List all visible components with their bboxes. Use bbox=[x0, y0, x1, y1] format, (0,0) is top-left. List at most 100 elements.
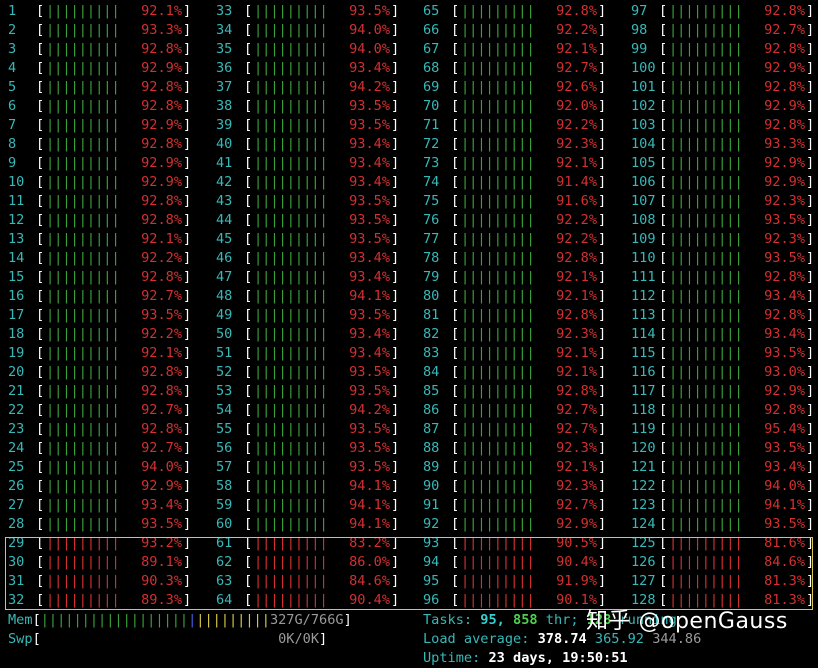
cpu-index: 72 bbox=[423, 136, 440, 152]
cpu-index: 52 bbox=[216, 364, 233, 380]
cpu-meter: 73[||||||||| 92.1%] bbox=[423, 155, 607, 171]
cpu-index: 104 bbox=[631, 136, 656, 152]
cpu-percent: 92.2% bbox=[556, 212, 597, 228]
cpu-meter: 40[||||||||| 93.4%] bbox=[216, 136, 400, 152]
cpu-meter: 22[||||||||| 92.7%] bbox=[8, 402, 192, 418]
cpu-usage-bar: ||||||||| bbox=[46, 231, 120, 247]
cpu-usage-bar: ||||||||| bbox=[254, 3, 328, 19]
cpu-meter: 5[||||||||| 92.8%] bbox=[8, 79, 192, 95]
cpu-usage-bar: ||||||||| bbox=[461, 174, 535, 190]
cpu-meter: 44[||||||||| 93.5%] bbox=[216, 212, 400, 228]
load-1min: 378.74 bbox=[537, 631, 587, 647]
cpu-percent: 93.5% bbox=[349, 421, 390, 437]
cpu-meter: 10[||||||||| 92.9%] bbox=[8, 174, 192, 190]
cpu-meter: 76[||||||||| 92.2%] bbox=[423, 212, 607, 228]
cpu-percent: 93.5% bbox=[349, 98, 390, 114]
cpu-row: 9[||||||||| 92.9%] 41[||||||||| 93.4%] 73[||… bbox=[8, 154, 818, 173]
cpu-row: 24[||||||||| 92.7%] 56[||||||||| 93.5%] 88[|… bbox=[8, 439, 818, 458]
cpu-meter: 65[||||||||| 92.8%] bbox=[423, 3, 607, 19]
cpu-meter: 60[||||||||| 94.1%] bbox=[216, 516, 400, 532]
cpu-row: 16[||||||||| 92.7%] 48[||||||||| 94.1%] 80[|… bbox=[8, 287, 818, 306]
cpu-usage-bar: ||||||||| bbox=[461, 364, 535, 380]
cpu-usage-bar: ||||||||| bbox=[46, 60, 120, 76]
cpu-percent: 92.7% bbox=[141, 440, 182, 456]
cpu-percent: 92.1% bbox=[556, 155, 597, 171]
cpu-usage-bar: ||||||||| bbox=[46, 440, 120, 456]
cpu-usage-bar: ||||||||| bbox=[254, 117, 328, 133]
cpu-meter: 13[||||||||| 92.1%] bbox=[8, 231, 192, 247]
cpu-usage-bar: ||||||||| bbox=[46, 269, 120, 285]
cpu-meter: 12[||||||||| 92.8%] bbox=[8, 212, 192, 228]
cpu-index: 100 bbox=[631, 60, 656, 76]
cpu-index: 118 bbox=[631, 402, 656, 418]
uptime-value: 23 days, 19:50:51 bbox=[488, 650, 628, 666]
cpu-row: 21[||||||||| 92.8%] 53[||||||||| 93.5%] 85[|… bbox=[8, 382, 818, 401]
cpu-index: 112 bbox=[631, 288, 656, 304]
cpu-meter: 57[||||||||| 93.5%] bbox=[216, 459, 400, 475]
cpu-meter: 3[||||||||| 92.8%] bbox=[8, 41, 192, 57]
swp-label: Swp bbox=[8, 631, 33, 647]
cpu-usage-bar: ||||||||| bbox=[46, 193, 120, 209]
cpu-usage-bar: ||||||||| bbox=[46, 497, 120, 513]
cpu-usage-bar: ||||||||| bbox=[254, 402, 328, 418]
cpu-usage-bar: ||||||||| bbox=[669, 117, 743, 133]
cpu-meter: 81[||||||||| 92.8%] bbox=[423, 307, 607, 323]
cpu-percent: 93.5% bbox=[764, 345, 805, 361]
cpu-percent: 92.9% bbox=[764, 155, 805, 171]
cpu-meter: 34[||||||||| 94.0%] bbox=[216, 22, 400, 38]
cpu-usage-bar: ||||||||| bbox=[254, 307, 328, 323]
cpu-index: 36 bbox=[216, 60, 233, 76]
cpu-usage-bar: ||||||||| bbox=[46, 326, 120, 342]
cpu-percent: 93.5% bbox=[764, 250, 805, 266]
cpu-meter: 23[||||||||| 92.8%] bbox=[8, 421, 192, 437]
cpu-usage-bar: ||||||||| bbox=[254, 174, 328, 190]
cpu-percent: 92.2% bbox=[141, 326, 182, 342]
cpu-percent: 93.5% bbox=[349, 212, 390, 228]
cpu-usage-bar: ||||||||| bbox=[461, 383, 535, 399]
cpu-usage-bar: ||||||||| bbox=[669, 288, 743, 304]
cpu-index: 76 bbox=[423, 212, 440, 228]
cpu-percent: 92.9% bbox=[764, 383, 805, 399]
cpu-index: 114 bbox=[631, 326, 656, 342]
cpu-meter: 122[||||||||| 94.0%] bbox=[631, 478, 815, 494]
cpu-usage-bar: ||||||||| bbox=[669, 269, 743, 285]
cpu-index: 46 bbox=[216, 250, 233, 266]
cpu-index: 48 bbox=[216, 288, 233, 304]
cpu-index: 97 bbox=[631, 3, 648, 19]
cpu-usage-bar: ||||||||| bbox=[461, 193, 535, 209]
cpu-percent: 92.9% bbox=[141, 60, 182, 76]
cpu-index: 23 bbox=[8, 421, 25, 437]
cpu-usage-bar: ||||||||| bbox=[46, 421, 120, 437]
cpu-percent: 94.0% bbox=[349, 22, 390, 38]
cpu-index: 98 bbox=[631, 22, 648, 38]
cpu-meter: 87[||||||||| 92.7%] bbox=[423, 421, 607, 437]
cpu-percent: 94.0% bbox=[141, 459, 182, 475]
cpu-index: 75 bbox=[423, 193, 440, 209]
cpu-percent: 93.3% bbox=[764, 136, 805, 152]
cpu-percent: 93.5% bbox=[349, 231, 390, 247]
cpu-percent: 93.5% bbox=[141, 516, 182, 532]
cpu-usage-bar: ||||||||| bbox=[669, 345, 743, 361]
cpu-meter: 45[||||||||| 93.5%] bbox=[216, 231, 400, 247]
cpu-meter: 51[||||||||| 93.4%] bbox=[216, 345, 400, 361]
cpu-meter: 50[||||||||| 93.4%] bbox=[216, 326, 400, 342]
cpu-meter: 75[||||||||| 91.6%] bbox=[423, 193, 607, 209]
cpu-percent: 93.5% bbox=[349, 440, 390, 456]
cpu-row: 25[||||||||| 94.0%] 57[||||||||| 93.5%] 89[|… bbox=[8, 458, 818, 477]
cpu-meter: 42[||||||||| 93.4%] bbox=[216, 174, 400, 190]
cpu-usage-bar: ||||||||| bbox=[669, 60, 743, 76]
cpu-usage-bar: ||||||||| bbox=[669, 402, 743, 418]
cpu-index: 117 bbox=[631, 383, 656, 399]
cpu-meter: 43[||||||||| 93.5%] bbox=[216, 193, 400, 209]
cpu-meter: 71[||||||||| 92.2%] bbox=[423, 117, 607, 133]
cpu-percent: 93.4% bbox=[764, 459, 805, 475]
cpu-index: 9 bbox=[8, 155, 17, 171]
cpu-meter: 104[||||||||| 93.3%] bbox=[631, 136, 815, 152]
cpu-meter: 39[||||||||| 93.5%] bbox=[216, 117, 400, 133]
cpu-usage-bar: ||||||||| bbox=[461, 136, 535, 152]
cpu-percent: 94.1% bbox=[349, 478, 390, 494]
cpu-percent: 92.8% bbox=[764, 402, 805, 418]
cpu-index: 124 bbox=[631, 516, 656, 532]
cpu-usage-bar: ||||||||| bbox=[461, 459, 535, 475]
cpu-usage-bar: ||||||||| bbox=[669, 516, 743, 532]
